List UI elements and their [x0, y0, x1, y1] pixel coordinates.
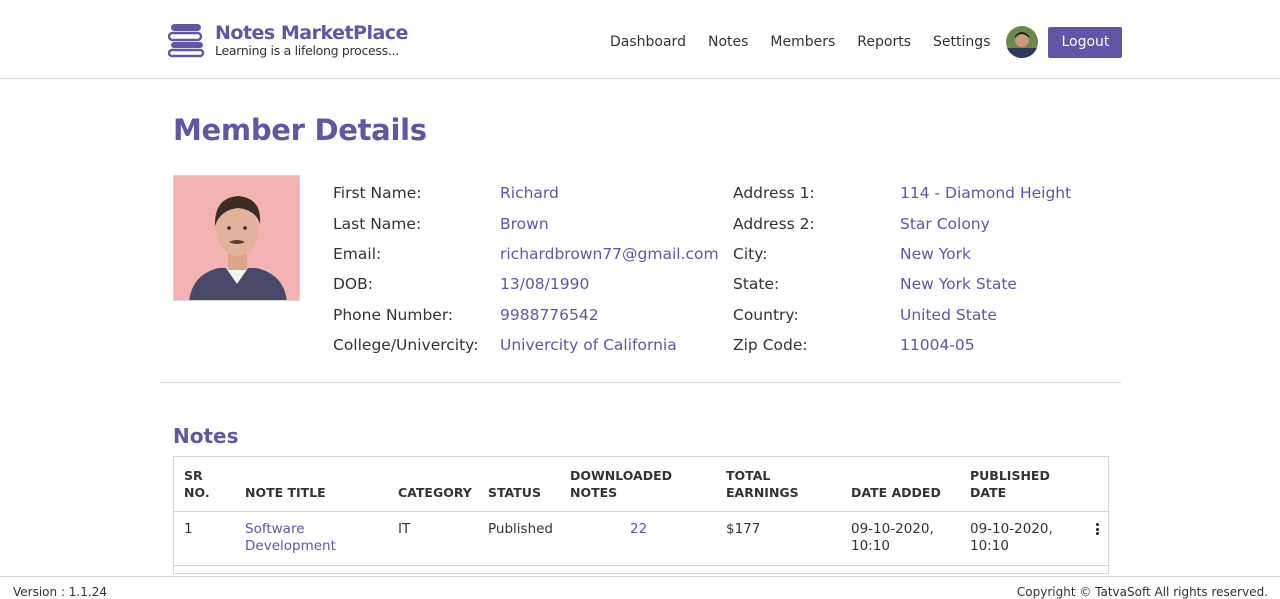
cell-category: IT [398, 521, 411, 537]
cell-date-added-line2: 10:10 [851, 538, 890, 554]
value-dob: 13/08/1990 [500, 275, 590, 294]
logout-button[interactable]: Logout [1048, 26, 1123, 58]
table-row-separator [174, 565, 1108, 566]
th-total-earnings: TOTAL EARNINGS [726, 467, 799, 501]
label-first-name: First Name: [333, 184, 422, 203]
value-email: richardbrown77@gmail.com [500, 244, 719, 263]
th-note-title: NOTE TITLE [245, 485, 326, 500]
label-state: State: [733, 275, 780, 294]
logo[interactable]: Notes MarketPlace Learning is a lifelong… [168, 22, 408, 58]
member-details-values-left: Richard Brown richardbrown77@gmail.com 1… [500, 178, 719, 360]
page-title: Member Details [173, 113, 427, 147]
cell-downloads-link[interactable]: 22 [630, 521, 647, 538]
value-address-2: Star Colony [900, 214, 990, 233]
label-last-name: Last Name: [333, 214, 422, 233]
cell-published-date: 09-10-2020, 10:10 [970, 521, 1053, 555]
label-phone: Phone Number: [333, 305, 454, 324]
value-state: New York State [900, 275, 1017, 294]
label-address-1: Address 1: [733, 184, 815, 203]
cell-published-line2: 10:10 [970, 538, 1009, 554]
th-published-line2: DATE [970, 485, 1007, 500]
value-zip-code: 11004-05 [900, 336, 975, 355]
books-logo-icon [168, 24, 205, 58]
value-country: United State [900, 305, 997, 324]
member-portrait-image [174, 176, 299, 300]
section-divider [160, 382, 1121, 383]
th-downloaded-line1: DOWNLOADED [570, 468, 673, 483]
th-sr-line2: NO. [184, 485, 210, 500]
value-first-name: Richard [500, 184, 559, 203]
th-sr-no: SR NO. [184, 467, 210, 501]
th-date-added: DATE ADDED [851, 485, 941, 500]
cell-sr: 1 [184, 521, 193, 537]
cell-date-added: 09-10-2020, 10:10 [851, 521, 934, 555]
label-address-2: Address 2: [733, 214, 815, 233]
row-actions-kebab-icon[interactable] [1094, 523, 1100, 537]
version-text: Version : 1.1.24 [13, 585, 107, 599]
th-sr-line1: SR [184, 468, 203, 483]
nav-dashboard[interactable]: Dashboard [610, 27, 686, 57]
footer: Version : 1.1.24 Copyright © TatvaSoft A… [0, 576, 1280, 599]
th-published-date: PUBLISHED DATE [970, 467, 1050, 501]
notes-section-title: Notes [173, 424, 239, 448]
th-earnings-line1: TOTAL [726, 468, 771, 483]
th-downloaded-line2: NOTES [570, 485, 618, 500]
label-college: College/Univercity: [333, 336, 479, 355]
th-status: STATUS [488, 485, 541, 500]
value-college: Univercity of California [500, 336, 677, 355]
value-phone: 9988776542 [500, 305, 599, 324]
nav-settings[interactable]: Settings [933, 27, 990, 57]
member-profile-photo [173, 175, 300, 301]
label-zip-code: Zip Code: [733, 336, 808, 355]
label-country: Country: [733, 305, 799, 324]
th-published-line1: PUBLISHED [970, 468, 1050, 483]
nav-reports[interactable]: Reports [857, 27, 911, 57]
th-downloaded-notes: DOWNLOADED NOTES [570, 467, 672, 501]
main-nav: Dashboard Notes Members Reports Settings… [610, 26, 1123, 58]
top-navbar: Notes MarketPlace Learning is a lifelong… [0, 4, 1280, 79]
label-email: Email: [333, 244, 382, 263]
table-header-separator [174, 511, 1108, 512]
label-dob: DOB: [333, 275, 373, 294]
member-details-labels-left: First Name: Last Name: Email: DOB: Phone… [333, 178, 478, 360]
cell-note-title-line1: Software [245, 521, 305, 537]
cell-note-title-link[interactable]: Software Development [245, 521, 336, 555]
nav-members[interactable]: Members [770, 27, 835, 57]
value-address-1: 114 - Diamond Height [900, 184, 1072, 203]
logo-title: Notes MarketPlace [215, 22, 408, 44]
member-details-values-right: 114 - Diamond Height Star Colony New Yor… [900, 178, 1071, 360]
cell-date-added-line1: 09-10-2020, [851, 521, 934, 537]
th-category: CATEGORY [398, 485, 472, 500]
cell-published-line1: 09-10-2020, [970, 521, 1053, 537]
logo-subtitle: Learning is a lifelong process... [215, 43, 399, 58]
user-avatar[interactable] [1006, 26, 1039, 58]
value-city: New York [900, 244, 971, 263]
cell-earnings: $177 [726, 521, 761, 537]
nav-notes[interactable]: Notes [708, 27, 748, 57]
th-earnings-line2: EARNINGS [726, 485, 799, 500]
cell-status: Published [488, 521, 553, 537]
user-avatar-icon [1006, 26, 1039, 58]
label-city: City: [733, 244, 768, 263]
value-last-name: Brown [500, 214, 549, 233]
notes-table: SR NO. NOTE TITLE CATEGORY STATUS DOWNLO… [173, 456, 1109, 574]
cell-note-title-line2: Development [245, 538, 336, 554]
member-details-labels-right: Address 1: Address 2: City: State: Count… [733, 178, 815, 360]
copyright-text: Copyright © TatvaSoft All rights reserve… [1016, 585, 1268, 599]
